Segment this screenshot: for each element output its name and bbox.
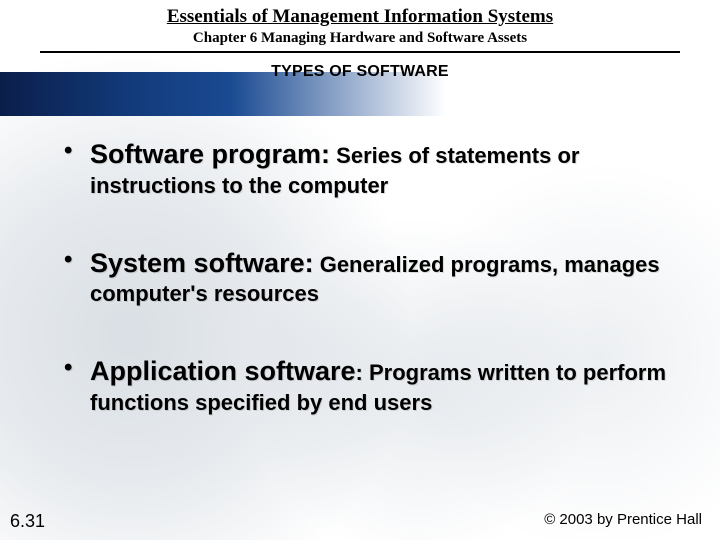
term-colon: : bbox=[356, 360, 363, 385]
copyright: © 2003 by Prentice Hall bbox=[544, 511, 702, 532]
chapter-label: Chapter 6 Managing Hardware and Software… bbox=[0, 30, 720, 47]
book-title: Essentials of Management Information Sys… bbox=[0, 6, 720, 28]
header-rule bbox=[40, 51, 680, 53]
slide: Essentials of Management Information Sys… bbox=[0, 0, 720, 540]
slide-header: Essentials of Management Information Sys… bbox=[0, 0, 720, 81]
term: System software: bbox=[90, 248, 314, 278]
term: Software program: bbox=[90, 139, 330, 169]
bullet-item: System software: Generalized programs, m… bbox=[62, 246, 668, 309]
bullet-item: Application software: Programs written t… bbox=[62, 354, 668, 417]
slide-footer: 6.31 © 2003 by Prentice Hall bbox=[0, 511, 720, 532]
bullet-item: Software program: Series of statements o… bbox=[62, 137, 668, 200]
page-number: 6.31 bbox=[10, 511, 45, 532]
slide-body: Software program: Series of statements o… bbox=[0, 81, 720, 417]
section-heading: TYPES OF SOFTWARE bbox=[0, 63, 720, 81]
term: Application software bbox=[90, 356, 356, 386]
